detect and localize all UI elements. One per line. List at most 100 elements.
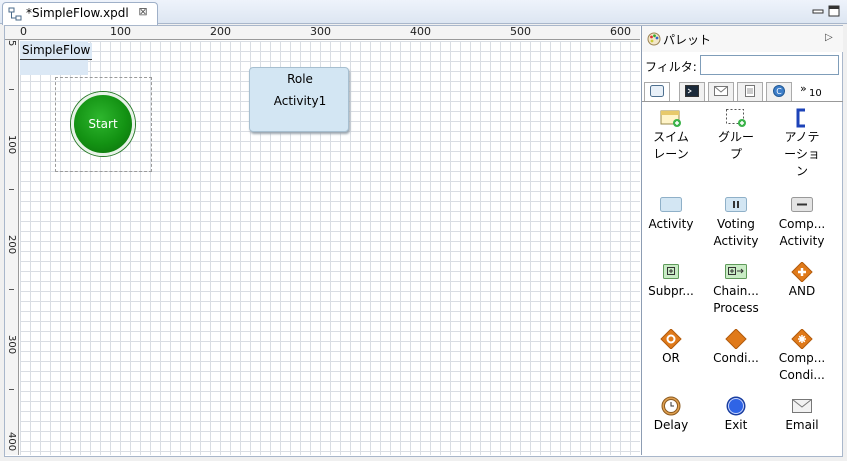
- or-gateway-icon: [660, 329, 682, 349]
- tab-title: *SimpleFlow.xpdl: [26, 6, 129, 20]
- tool-label: Comp...: [778, 351, 826, 365]
- document-icon: [745, 85, 755, 97]
- tool-label: Exit: [724, 418, 748, 432]
- tool-annotation[interactable]: アノテ ーショ ン: [770, 108, 834, 180]
- compensation-activity-icon: [791, 197, 813, 212]
- tool-email[interactable]: Email: [770, 396, 834, 434]
- process-file-icon: [8, 7, 22, 21]
- vertical-ruler: 5 100 200 300 400: [5, 40, 19, 455]
- palette-tabs: C » 10: [642, 80, 843, 102]
- ruler-tick: [9, 389, 14, 390]
- tool-voting-activity[interactable]: Voting Activity: [704, 195, 768, 250]
- tool-label: OR: [662, 351, 680, 365]
- tab-basic[interactable]: [644, 82, 670, 101]
- palette-panel: パレット ▷ フィルタ: C » 10 スイム レーン グルー プ アノテ ーシ…: [639, 26, 843, 455]
- tool-label: Condi...: [713, 351, 759, 365]
- ruler-label: 0: [20, 25, 27, 38]
- tool-compensation-activity[interactable]: Comp... Activity: [770, 195, 834, 250]
- pool-label[interactable]: SimpleFlow: [20, 43, 93, 60]
- tool-swimlane[interactable]: スイム レーン: [639, 108, 703, 163]
- tool-label: Condi...: [779, 368, 825, 382]
- activity-node[interactable]: Role Activity1: [249, 67, 349, 132]
- tab-document[interactable]: [737, 82, 763, 101]
- tool-delay[interactable]: Delay: [639, 396, 703, 434]
- editor-tab[interactable]: *SimpleFlow.xpdl ⊠: [2, 2, 158, 25]
- ruler-tick: [9, 189, 14, 190]
- editor-window: *SimpleFlow.xpdl ⊠ 0 100 200 300 400 500…: [0, 0, 847, 461]
- filter-input[interactable]: [700, 55, 839, 75]
- more-tabs-icon[interactable]: »: [800, 82, 807, 95]
- ruler-label: 100: [6, 135, 17, 155]
- tool-label: アノテ: [784, 130, 820, 144]
- annotation-icon: [796, 108, 805, 128]
- minimize-icon[interactable]: [812, 5, 824, 17]
- tool-complex-conditional[interactable]: Comp... Condi...: [770, 329, 834, 384]
- tool-label: ン: [795, 164, 808, 178]
- tool-label: Process: [713, 301, 759, 315]
- ruler-label: 200: [210, 25, 231, 38]
- tool-label: Delay: [653, 418, 689, 432]
- tool-label: Activity: [779, 234, 825, 248]
- mail-icon: [714, 86, 728, 96]
- palette-title: パレット: [663, 33, 712, 47]
- exit-icon: [726, 396, 746, 416]
- chained-process-icon: [725, 264, 747, 279]
- maximize-icon[interactable]: [828, 5, 840, 17]
- tab-terminal[interactable]: [679, 82, 705, 101]
- tool-subprocess[interactable]: Subpr...: [639, 262, 703, 300]
- ruler-label: 500: [510, 25, 531, 38]
- subprocess-icon: [663, 264, 679, 279]
- terminal-icon: [685, 85, 699, 97]
- editor-tab-bar: *SimpleFlow.xpdl ⊠: [0, 0, 847, 25]
- ruler-tick: [9, 289, 14, 290]
- tool-label: Email: [785, 418, 819, 432]
- delay-icon: [661, 396, 681, 416]
- ruler-tick: [9, 89, 14, 90]
- tab-java[interactable]: C: [766, 82, 792, 101]
- tool-group[interactable]: グルー プ: [704, 108, 768, 163]
- tool-label: Activity: [713, 234, 759, 248]
- basic-shapes-icon: [650, 85, 664, 97]
- tool-label: AND: [788, 284, 816, 298]
- ruler-label: 100: [110, 25, 131, 38]
- close-icon[interactable]: ⊠: [137, 6, 149, 18]
- tool-label: プ: [729, 147, 742, 161]
- tool-label: Voting: [717, 217, 755, 231]
- horizontal-ruler: 0 100 200 300 400 500 600: [5, 26, 640, 40]
- tool-and-gateway[interactable]: AND: [770, 262, 834, 300]
- filter-label: フィルタ:: [645, 60, 697, 74]
- swimlane-icon: [660, 110, 681, 127]
- collapse-arrow-icon[interactable]: ▷: [825, 32, 833, 43]
- tool-label: Activity: [648, 217, 694, 231]
- tool-exit[interactable]: Exit: [704, 396, 768, 434]
- tool-label: スイム: [653, 130, 689, 144]
- group-icon: [726, 109, 746, 127]
- email-icon: [792, 399, 812, 413]
- ruler-label: 600: [610, 25, 631, 38]
- tool-or-gateway[interactable]: OR: [639, 329, 703, 367]
- complex-conditional-icon: [791, 329, 813, 349]
- activity-role: Role: [287, 72, 313, 86]
- tool-label: Subpr...: [648, 284, 694, 298]
- java-class-icon: C: [773, 85, 785, 97]
- and-gateway-icon: [791, 262, 813, 282]
- ruler-label: 200: [6, 235, 17, 255]
- ruler-label: 400: [410, 25, 431, 38]
- activity-name: Activity1: [273, 94, 327, 108]
- palette-header: パレット ▷: [642, 26, 843, 52]
- more-tabs-count[interactable]: 10: [809, 88, 822, 99]
- ruler-label: 400: [6, 432, 17, 452]
- tool-label: ーショ: [784, 147, 820, 161]
- ruler-label: 5: [6, 40, 17, 47]
- tool-label: グルー: [717, 130, 754, 144]
- ruler-label: 300: [310, 25, 331, 38]
- activity-icon: [660, 197, 682, 212]
- diagram-canvas[interactable]: SimpleFlow Start Role Activity1: [20, 41, 640, 455]
- svg-text:C: C: [776, 87, 782, 96]
- tool-conditional-gateway[interactable]: Condi...: [704, 329, 768, 367]
- tool-chained-process[interactable]: Chain... Process: [704, 262, 768, 317]
- tab-mail[interactable]: [708, 82, 734, 101]
- tool-activity[interactable]: Activity: [639, 195, 703, 233]
- start-event-label: Start: [88, 117, 118, 131]
- conditional-gateway-icon: [725, 329, 747, 349]
